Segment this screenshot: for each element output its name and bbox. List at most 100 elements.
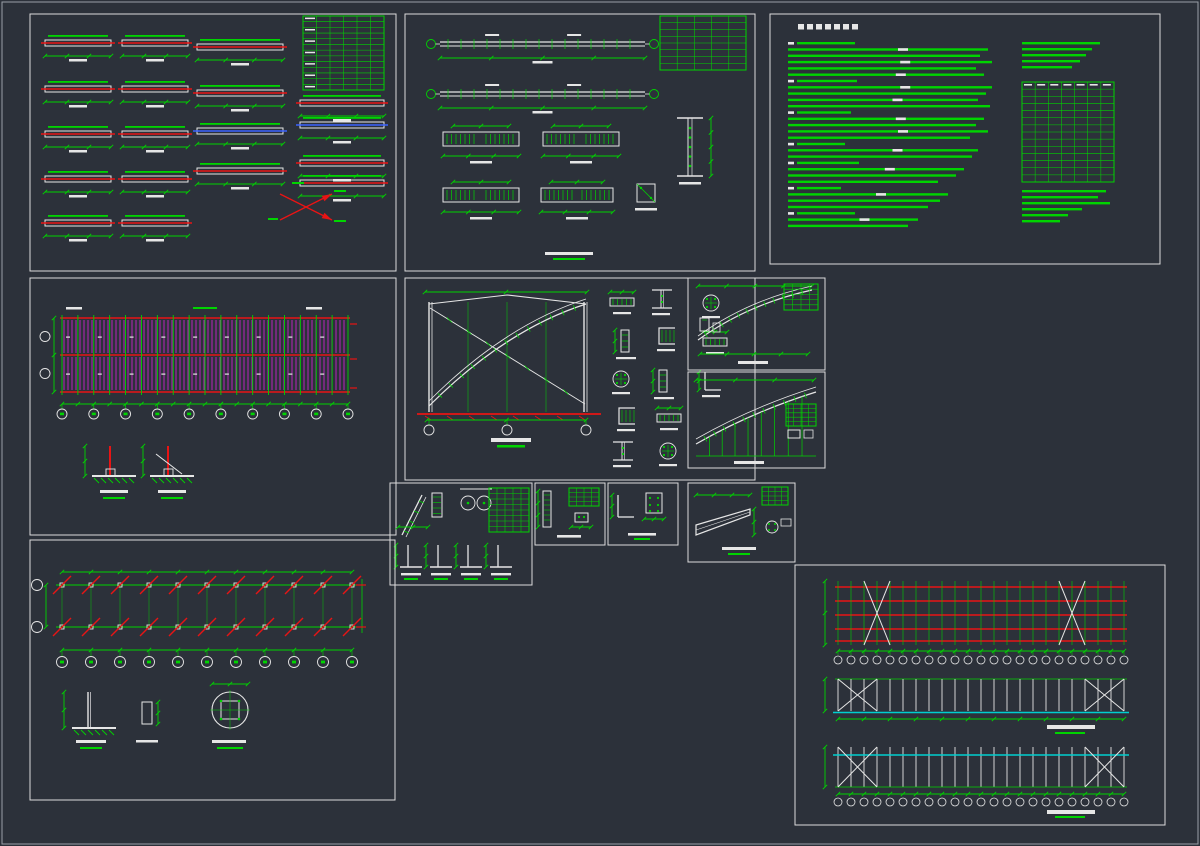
rect-shape bbox=[320, 337, 324, 338]
cad-canvas[interactable] bbox=[0, 0, 1200, 846]
circle-shape bbox=[583, 516, 585, 518]
rect-shape bbox=[314, 413, 318, 416]
circle-shape bbox=[220, 718, 223, 721]
rect-shape bbox=[788, 80, 794, 83]
rect-shape bbox=[92, 413, 96, 416]
rect-shape bbox=[612, 392, 630, 394]
rect-shape bbox=[1103, 84, 1111, 86]
rect-shape bbox=[567, 84, 581, 86]
circle-shape bbox=[624, 382, 626, 384]
rect-shape bbox=[193, 307, 217, 309]
rect-shape bbox=[788, 137, 970, 139]
rect-shape bbox=[225, 337, 229, 338]
rect-shape bbox=[103, 497, 125, 499]
rect-shape bbox=[268, 218, 278, 220]
rect-shape bbox=[124, 413, 128, 416]
circle-shape bbox=[714, 306, 716, 308]
rect-shape bbox=[158, 490, 186, 493]
rect-shape bbox=[305, 86, 315, 88]
rect-shape bbox=[1022, 48, 1092, 50]
circle-shape bbox=[649, 504, 651, 506]
rect-shape bbox=[1022, 190, 1106, 192]
rect-shape bbox=[334, 190, 346, 192]
rect-shape bbox=[728, 553, 750, 555]
rect-shape bbox=[231, 109, 249, 112]
rect-shape bbox=[130, 337, 134, 338]
rect-shape bbox=[797, 212, 855, 214]
rect-shape bbox=[566, 217, 588, 220]
circle-shape bbox=[706, 306, 708, 308]
rect-shape bbox=[333, 119, 351, 122]
circle-shape bbox=[671, 454, 673, 456]
rect-shape bbox=[788, 48, 988, 50]
rect-shape bbox=[176, 661, 180, 664]
rect-shape bbox=[788, 200, 940, 202]
rect-shape bbox=[1024, 84, 1032, 86]
rect-shape bbox=[657, 349, 675, 351]
rect-shape bbox=[885, 168, 895, 171]
rect-shape bbox=[738, 361, 768, 364]
rect-shape bbox=[69, 239, 87, 242]
cad-viewport[interactable] bbox=[0, 0, 1200, 846]
rect-shape bbox=[401, 573, 421, 575]
rect-shape bbox=[545, 252, 593, 255]
rect-shape bbox=[60, 661, 64, 664]
circle-shape bbox=[774, 523, 776, 525]
circle-shape bbox=[220, 700, 223, 703]
rect-shape bbox=[66, 307, 82, 310]
circle-shape bbox=[657, 510, 659, 512]
rect-shape bbox=[497, 445, 525, 448]
rect-shape bbox=[212, 740, 246, 743]
rect-shape bbox=[48, 81, 108, 83]
circle-shape bbox=[467, 502, 470, 505]
rect-shape bbox=[1022, 208, 1082, 210]
rect-shape bbox=[788, 105, 990, 107]
rect-shape bbox=[896, 73, 906, 76]
rect-shape bbox=[491, 573, 511, 575]
rect-shape bbox=[147, 661, 151, 664]
rect-shape bbox=[679, 182, 701, 185]
rect-shape bbox=[146, 105, 164, 108]
rect-shape bbox=[617, 429, 635, 431]
rect-shape bbox=[193, 337, 197, 338]
circle-shape bbox=[671, 446, 673, 448]
rect-shape bbox=[900, 61, 910, 64]
rect-shape bbox=[146, 239, 164, 242]
rect-shape bbox=[852, 24, 858, 30]
rect-shape bbox=[1077, 84, 1085, 86]
rect-shape bbox=[567, 34, 581, 36]
rect-shape bbox=[288, 337, 292, 338]
rect-shape bbox=[485, 34, 499, 36]
rect-shape bbox=[788, 99, 978, 101]
rect-shape bbox=[333, 199, 351, 202]
rect-shape bbox=[334, 220, 346, 222]
rect-shape bbox=[843, 24, 849, 30]
rect-shape bbox=[48, 126, 108, 128]
rect-shape bbox=[161, 374, 165, 375]
rect-shape bbox=[702, 395, 720, 397]
circle-shape bbox=[706, 298, 708, 300]
rect-shape bbox=[146, 195, 164, 198]
rect-shape bbox=[734, 461, 764, 464]
rect-shape bbox=[69, 195, 87, 198]
rect-shape bbox=[303, 155, 381, 157]
circle-shape bbox=[689, 136, 692, 139]
rect-shape bbox=[219, 413, 223, 416]
rect-shape bbox=[118, 661, 122, 664]
rect-shape bbox=[48, 215, 108, 217]
rect-shape bbox=[613, 312, 631, 314]
rect-shape bbox=[305, 29, 315, 31]
rect-shape bbox=[533, 61, 553, 64]
rect-shape bbox=[807, 24, 813, 30]
rect-shape bbox=[48, 35, 108, 37]
rect-shape bbox=[788, 118, 984, 120]
circle-shape bbox=[661, 295, 663, 297]
rect-shape bbox=[570, 161, 592, 164]
rect-shape bbox=[1047, 725, 1095, 729]
rect-shape bbox=[788, 168, 964, 170]
rect-shape bbox=[896, 118, 906, 121]
rect-shape bbox=[797, 111, 851, 113]
circle-shape bbox=[622, 453, 624, 455]
rect-shape bbox=[305, 63, 315, 64]
circle-shape bbox=[714, 298, 716, 300]
